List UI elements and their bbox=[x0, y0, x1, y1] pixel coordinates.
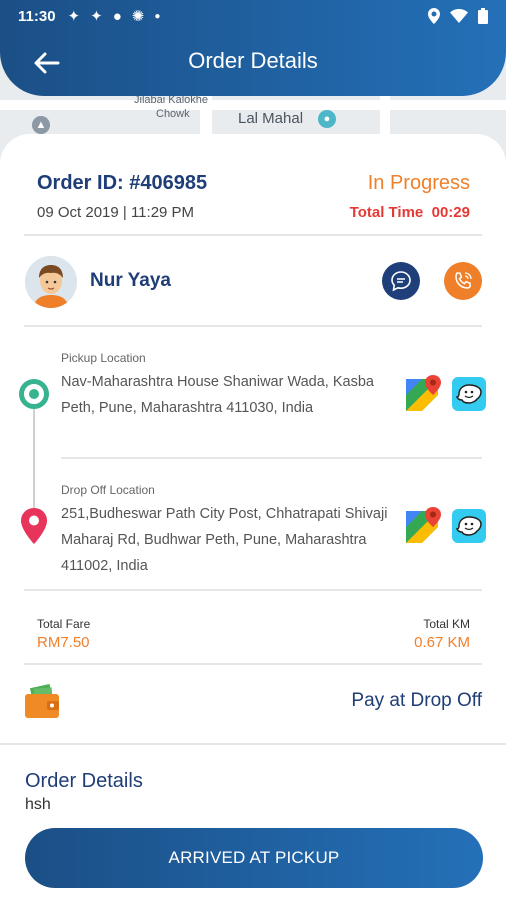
google-maps-icon[interactable] bbox=[406, 507, 442, 543]
battery-icon bbox=[478, 8, 488, 24]
order-details-note: hsh bbox=[25, 796, 51, 813]
order-details-heading: Order Details bbox=[25, 770, 143, 792]
location-icon bbox=[428, 8, 440, 24]
pickup-marker-icon bbox=[19, 379, 49, 409]
total-fare-value: RM7.50 bbox=[37, 634, 90, 651]
section-separator bbox=[0, 743, 506, 745]
google-maps-icon[interactable] bbox=[406, 375, 442, 411]
waze-icon bbox=[456, 384, 482, 404]
app-header: 11:30 ✦ ✦ ● ✺ ● Order Details bbox=[0, 0, 506, 96]
phone-icon bbox=[455, 272, 472, 289]
page-title: Order Details bbox=[188, 48, 318, 73]
dropoff-marker-icon bbox=[21, 508, 47, 544]
app-notification-icon: ✺ bbox=[131, 8, 145, 25]
payment-method: Pay at Drop Off bbox=[351, 690, 482, 711]
chat-icon bbox=[391, 271, 411, 292]
divider bbox=[24, 589, 482, 591]
waze-button[interactable] bbox=[452, 377, 486, 411]
dot-icon: ● bbox=[154, 10, 161, 22]
dropoff-label: Drop Off Location bbox=[61, 483, 155, 497]
divider bbox=[24, 663, 482, 665]
bike-notification-icon: ✦ bbox=[67, 8, 81, 25]
wifi-icon bbox=[450, 9, 468, 23]
order-id: Order ID: #406985 bbox=[37, 172, 208, 194]
divider bbox=[24, 325, 482, 327]
bike-notification-icon: ✦ bbox=[90, 8, 103, 25]
pickup-label: Pickup Location bbox=[61, 351, 146, 365]
chat-button[interactable] bbox=[382, 262, 420, 300]
pickup-address: Nav-Maharashtra House Shaniwar Wada, Kas… bbox=[61, 374, 374, 416]
wallet-icon bbox=[25, 684, 59, 718]
school-poi-icon: ▲ bbox=[32, 116, 50, 134]
total-time-label: Total Time bbox=[349, 204, 424, 221]
avatar-face-icon bbox=[25, 256, 77, 308]
total-km-label: Total KM bbox=[423, 617, 470, 631]
poi-icon: ● bbox=[318, 110, 336, 128]
arrived-at-pickup-button[interactable]: ARRIVED AT PICKUP bbox=[25, 828, 483, 888]
total-time-value: 00:29 bbox=[431, 204, 470, 221]
waze-icon bbox=[456, 516, 482, 536]
map-label-3: Lal Mahal bbox=[238, 110, 304, 127]
map-label-2: Chowk bbox=[156, 108, 190, 120]
order-card: Order ID: #406985 09 Oct 2019 | 11:29 PM… bbox=[0, 134, 506, 900]
status-bar: 11:30 ✦ ✦ ● ✺ ● bbox=[0, 0, 506, 32]
dropoff-address: 251,Budheswar Path City Post, Chhatrapat… bbox=[61, 506, 388, 574]
route-line bbox=[33, 409, 35, 509]
waze-button[interactable] bbox=[452, 509, 486, 543]
total-time: Total Time 00:29 bbox=[350, 204, 470, 221]
total-fare-label: Total Fare bbox=[37, 617, 91, 631]
order-date: 09 Oct 2019 | 11:29 PM bbox=[37, 204, 195, 221]
customer-name: Nur Yaya bbox=[90, 270, 171, 291]
notification-icons: ✦ ✦ ● ✺ ● bbox=[67, 7, 161, 26]
circle-notification-icon: ● bbox=[112, 7, 122, 25]
order-status: In Progress bbox=[367, 172, 470, 194]
status-time: 11:30 bbox=[18, 7, 56, 25]
call-button[interactable] bbox=[444, 262, 482, 300]
system-icons bbox=[428, 8, 488, 24]
total-km-value: 0.67 KM bbox=[414, 634, 470, 651]
divider bbox=[61, 457, 482, 459]
divider bbox=[24, 234, 482, 236]
avatar bbox=[25, 256, 77, 308]
